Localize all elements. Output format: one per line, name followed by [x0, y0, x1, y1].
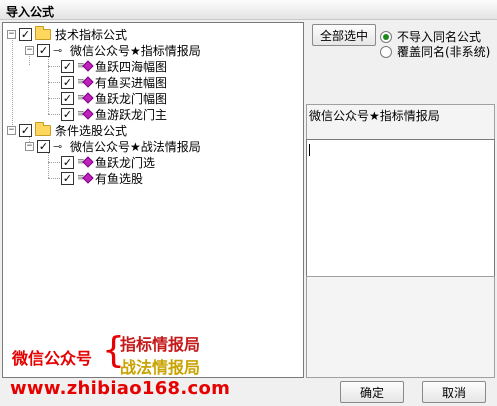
collapse-toggle[interactable]: −: [25, 141, 34, 151]
tree-item-label: 有鱼选股: [95, 171, 144, 186]
group-checkbox[interactable]: ✓: [19, 27, 32, 41]
tree-group-label: 条件选股公式: [55, 123, 128, 138]
selected-name: 微信公众号★指标情报局: [309, 109, 440, 123]
tree-item-label: 鱼跃龙门幅图: [95, 91, 168, 106]
subgroup-checkbox[interactable]: ✓: [37, 139, 50, 153]
description-textarea[interactable]: [306, 139, 495, 277]
tree-group-indicators[interactable]: − ✓ 技术指标公式: [7, 25, 128, 42]
tree-item-label: 鱼跃四海幅图: [95, 59, 168, 74]
formula-icon: ≡: [77, 92, 94, 104]
key-icon: ⊸: [53, 139, 63, 153]
collapse-toggle[interactable]: −: [7, 29, 16, 39]
tree-subgroup-tactics[interactable]: − ✓ ⊸ 微信公众号★战法情报局: [25, 138, 201, 154]
group-checkbox[interactable]: ✓: [19, 123, 32, 137]
formula-tree[interactable]: − ✓ 技术指标公式 − ✓ ⊸ 微信公众号★指标情报局 ✓ ≡ 鱼跃四海幅图 …: [2, 22, 304, 378]
key-icon: ⊸: [53, 43, 63, 57]
item-checkbox[interactable]: ✓: [61, 91, 74, 105]
radio-selected-icon[interactable]: [380, 30, 392, 43]
watermark-line1: 指标情报局: [120, 335, 201, 354]
watermark-line2: 战法情报局: [120, 358, 201, 377]
window-title: 导入公式: [6, 5, 55, 19]
item-checkbox[interactable]: ✓: [61, 75, 74, 89]
folder-icon: [35, 25, 51, 40]
ok-button[interactable]: 确定: [340, 381, 404, 403]
collapse-toggle[interactable]: −: [7, 125, 16, 135]
formula-icon: ≡: [77, 60, 94, 72]
tree-item[interactable]: ✓ ≡ 有鱼选股: [61, 170, 143, 186]
formula-icon: ≡: [77, 76, 94, 88]
title-bar: 导入公式: [0, 0, 497, 20]
formula-icon: ≡: [77, 172, 94, 184]
radio-label: 覆盖同名(非系统): [397, 45, 491, 59]
tree-group-label: 技术指标公式: [55, 27, 128, 42]
selected-name-panel: 微信公众号★指标情报局: [306, 104, 495, 140]
radio-unselected-icon[interactable]: [380, 45, 392, 58]
tree-item[interactable]: ✓ ≡ 鱼游跃龙门主: [61, 106, 167, 122]
formula-icon: ≡: [77, 108, 94, 120]
tree-subgroup-label: 微信公众号★指标情报局: [70, 43, 201, 58]
tree-subgroup-indicators[interactable]: − ✓ ⊸ 微信公众号★指标情报局: [25, 42, 201, 58]
watermark-wechat: 微信公众号: [12, 349, 93, 368]
tree-item[interactable]: ✓ ≡ 鱼跃四海幅图: [61, 58, 167, 74]
text-caret: [309, 144, 310, 156]
watermark-url: www.zhibiao168.com: [10, 378, 231, 399]
tree-item-label: 鱼跃龙门选: [95, 155, 156, 170]
tree-item[interactable]: ✓ ≡ 有鱼买进幅图: [61, 74, 167, 90]
item-checkbox[interactable]: ✓: [61, 155, 74, 169]
item-checkbox[interactable]: ✓: [61, 59, 74, 73]
item-checkbox[interactable]: ✓: [61, 107, 74, 121]
subgroup-checkbox[interactable]: ✓: [37, 43, 50, 57]
tree-item[interactable]: ✓ ≡ 鱼跃龙门选: [61, 154, 155, 170]
select-all-button[interactable]: 全部选中: [312, 24, 376, 46]
folder-icon: [35, 121, 51, 136]
tree-group-screening[interactable]: − ✓ 条件选股公式: [7, 121, 128, 138]
tree-subgroup-label: 微信公众号★战法情报局: [70, 139, 201, 154]
collapse-toggle[interactable]: −: [25, 45, 34, 55]
detail-panel: [306, 276, 495, 378]
tree-item-label: 鱼游跃龙门主: [95, 107, 168, 122]
tree-item[interactable]: ✓ ≡ 鱼跃龙门幅图: [61, 90, 167, 106]
radio-overwrite[interactable]: 覆盖同名(非系统): [380, 43, 490, 60]
item-checkbox[interactable]: ✓: [61, 171, 74, 185]
tree-item-label: 有鱼买进幅图: [95, 75, 168, 90]
cancel-button[interactable]: 取消: [422, 381, 486, 403]
formula-icon: ≡: [77, 156, 94, 168]
